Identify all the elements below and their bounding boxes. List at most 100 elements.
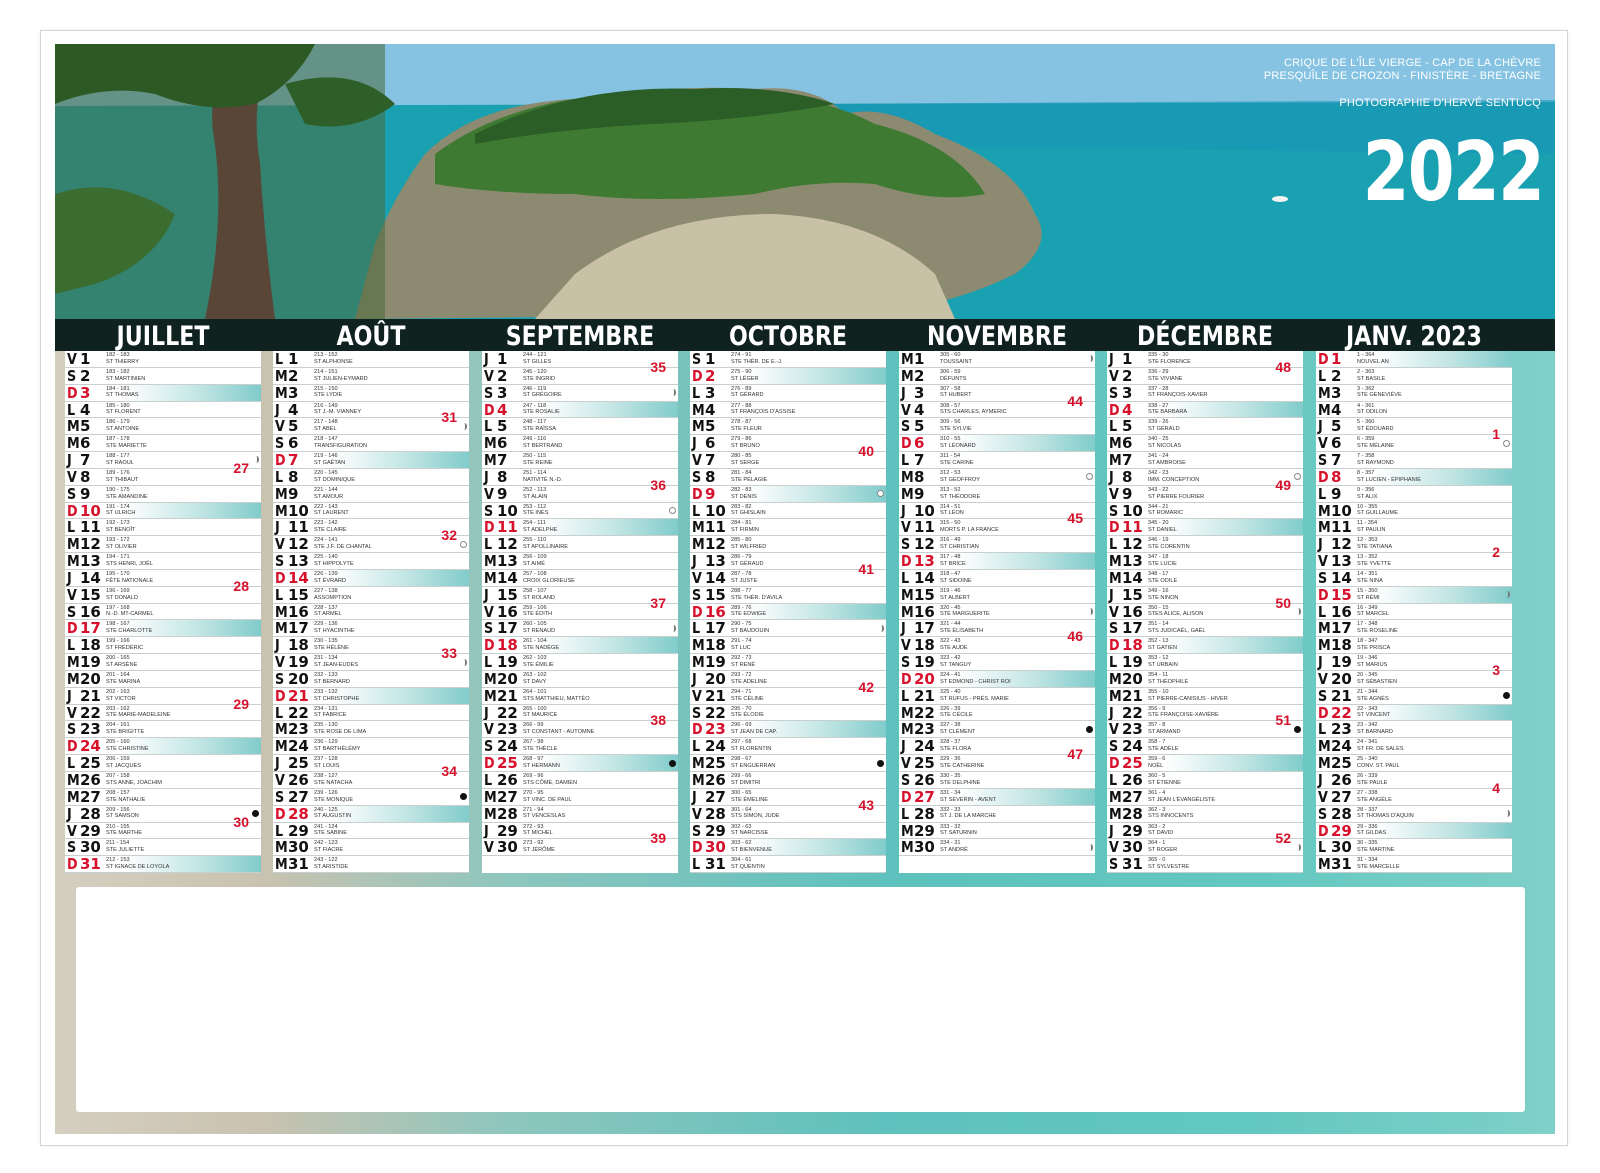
- day-row[interactable]: M 25 25 - 340 CONV. ST. PAUL: [1316, 755, 1512, 772]
- day-row[interactable]: D 3 184 - 181 ST THOMAS: [65, 384, 261, 402]
- day-row[interactable]: D 7 219 - 146 ST GAËTAN: [273, 452, 469, 469]
- day-row[interactable]: M4 4 - 361 ST ODILON: [1316, 402, 1512, 419]
- day-row[interactable]: V 5 217 - 148 ST ABEL: [273, 418, 469, 436]
- day-row[interactable]: S 5 309 - 56 STE SYLVIE: [899, 418, 1095, 436]
- day-row[interactable]: L 19 262 - 103 STE ÉMILIE: [482, 654, 678, 671]
- day-row[interactable]: L 17 290 - 75 ST BAUDOUIN: [690, 620, 886, 638]
- day-row[interactable]: V 2 245 - 120 STE INGRID: [482, 368, 678, 385]
- day-row[interactable]: S 10 253 - 112 STE INÈS: [482, 503, 678, 520]
- day-row[interactable]: V 7 280 - 85 ST SERGE: [690, 452, 886, 469]
- day-row[interactable]: S 17 260 - 105 ST RENAUD: [482, 620, 678, 638]
- day-row[interactable]: D 6 310 - 55 ST LÉONARD: [899, 435, 1095, 453]
- day-row[interactable]: L 28 332 - 33 ST J. DE LA MARCHE: [899, 806, 1095, 823]
- day-row[interactable]: J 1 244 - 121 ST GILLES: [482, 351, 678, 368]
- day-row[interactable]: M 1 305 - 60 TOUSSAINT: [899, 351, 1095, 368]
- day-row[interactable]: M 6 249 - 116 ST BERTRAND: [482, 435, 678, 453]
- day-row[interactable]: M 18 291 - 74 ST LUC: [690, 637, 886, 655]
- day-row[interactable]: S 16 197 - 168 N.-D. MT-CARMEL: [65, 604, 261, 621]
- day-row[interactable]: D 25 359 - 6 NOËL: [1107, 755, 1303, 772]
- day-row[interactable]: M 25 298 - 67 ST ENGUERRAN: [690, 755, 886, 772]
- day-row[interactable]: L 25 206 - 159 ST JACQUES: [65, 755, 261, 772]
- day-row[interactable]: L 31 304 - 61 ST QUENTIN: [690, 856, 886, 874]
- day-row[interactable]: D 9 282 - 83 ST DENIS: [690, 485, 886, 503]
- day-row[interactable]: M 20 201 - 164 STE MARINA: [65, 671, 261, 688]
- day-row[interactable]: M 13 256 - 109 ST AIMÉ: [482, 553, 678, 570]
- day-row[interactable]: L 23 23 - 342 ST BARNARD: [1316, 721, 1512, 739]
- day-row[interactable]: J 29 363 - 2 ST DAVID: [1107, 823, 1303, 840]
- day-row[interactable]: V 18 322 - 43 STE AUDE: [899, 637, 1095, 655]
- day-row[interactable]: D 31 212 - 153 ST IGNACE DE LOYOLA: [65, 856, 261, 874]
- day-row[interactable]: S 21 21 - 344 STE AGNÈS: [1316, 688, 1512, 705]
- day-row[interactable]: V 23 266 - 99 ST CONSTANT - AUTOMNE: [482, 721, 678, 739]
- day-row[interactable]: M 9 221 - 144 ST AMOUR: [273, 486, 469, 503]
- day-row[interactable]: M 22 326 - 39 STE CÉCILE: [899, 705, 1095, 722]
- day-row[interactable]: M 30 242 - 123 ST FIACRE: [273, 839, 469, 857]
- day-row[interactable]: S 3 246 - 119 ST GRÉGOIRE: [482, 385, 678, 402]
- day-row[interactable]: J 8 342 - 23 IMM. CONCEPTION: [1107, 469, 1303, 486]
- day-row[interactable]: D 11 254 - 111 ST ADELPHE: [482, 519, 678, 537]
- day-row[interactable]: J 4 216 - 149 ST J.-M. VIANNEY: [273, 402, 469, 419]
- day-row[interactable]: J 26 26 - 339 STE PAULE: [1316, 772, 1512, 789]
- day-row[interactable]: L 12 346 - 19 STE CORENTIN: [1107, 536, 1303, 554]
- day-row[interactable]: S 13 225 - 140 ST HIPPOLYTE: [273, 553, 469, 570]
- day-row[interactable]: M 17 229 - 136 ST HYACINTHE: [273, 620, 469, 638]
- day-row[interactable]: S 24 267 - 98 STE THÈCLE: [482, 738, 678, 756]
- day-row[interactable]: M 18 18 - 347 STE PRISCA: [1316, 637, 1512, 655]
- day-row[interactable]: V 13 13 - 352 STE YVETTE: [1316, 553, 1512, 570]
- day-row[interactable]: J 20 293 - 72 STE ADELINE: [690, 671, 886, 688]
- day-row[interactable]: M 10 10 - 355 ST GUILLAUME: [1316, 503, 1512, 520]
- day-row[interactable]: M 5 278 - 87 STE FLEUR: [690, 418, 886, 436]
- day-row[interactable]: L 3 276 - 89 ST GÉRARD: [690, 385, 886, 402]
- day-row[interactable]: J5 5 - 360 ST ÉDOUARD: [1316, 418, 1512, 436]
- day-row[interactable]: M 17 17 - 348 STE ROSELINE: [1316, 620, 1512, 638]
- day-row[interactable]: L 10 283 - 82 ST GHISLAIN: [690, 503, 886, 520]
- day-row[interactable]: D 22 22 - 343 ST VINCENT: [1316, 704, 1512, 722]
- day-row[interactable]: J 11 223 - 142 STE CLAIRE: [273, 519, 469, 537]
- day-row[interactable]: V 16 350 - 15 STES ALICE, ALISON: [1107, 604, 1303, 621]
- day-row[interactable]: V 20 20 - 345 ST SÉBASTIEN: [1316, 671, 1512, 688]
- day-row[interactable]: J 7 188 - 177 ST RAOUL: [65, 452, 261, 469]
- day-row[interactable]: M 7 341 - 24 ST AMBROISE: [1107, 452, 1303, 469]
- day-row[interactable]: D 21 233 - 132 ST CHRISTOPHE: [273, 687, 469, 705]
- day-row[interactable]: V 4 308 - 57 STS CHARLES, AYMERIC: [899, 402, 1095, 419]
- day-row[interactable]: J 28 209 - 156 ST SAMSON: [65, 806, 261, 823]
- day-row[interactable]: S 9 190 - 175 STE AMANDINE: [65, 486, 261, 503]
- day-row[interactable]: D 16 289 - 76 STE EDWIGE: [690, 603, 886, 621]
- day-row[interactable]: J 15 258 - 107 ST ROLAND: [482, 587, 678, 604]
- day-row[interactable]: M 31 243 - 122 ST ARISTIDE: [273, 856, 469, 874]
- day-row[interactable]: S 10 344 - 21 ST ROMARIC: [1107, 503, 1303, 520]
- day-row[interactable]: M 13 194 - 171 STS HENRI, JOËL: [65, 553, 261, 570]
- day-row[interactable]: V 12 224 - 141 STE J.F. DE CHANTAL: [273, 536, 469, 554]
- day-row[interactable]: V 29 210 - 155 STE MARTHE: [65, 823, 261, 840]
- day-row[interactable]: M 23 327 - 38 ST CLÉMENT: [899, 721, 1095, 739]
- day-row[interactable]: M 16 228 - 137 ST ARMEL: [273, 604, 469, 621]
- day-row[interactable]: M 19 200 - 165 ST ARSÈNE: [65, 654, 261, 671]
- day-row[interactable]: M 30 334 - 31 ST ANDRÉ: [899, 839, 1095, 857]
- day-row[interactable]: M 27 208 - 157 STE NATHALIE: [65, 789, 261, 806]
- day-row[interactable]: L 21 325 - 40 ST RUFUS - PRÉS. MARIE: [899, 688, 1095, 705]
- day-row[interactable]: D 24 205 - 160 STE CHRISTINE: [65, 738, 261, 756]
- day-row[interactable]: J 6 279 - 86 ST BRUNO: [690, 435, 886, 453]
- day-row[interactable]: M 26 207 - 158 STS ANNE, JOACHIM: [65, 772, 261, 789]
- day-row[interactable]: M3 3 - 362 STE GENEVIÈVE: [1316, 385, 1512, 402]
- day-row[interactable]: V 30 364 - 1 ST ROGER: [1107, 839, 1303, 857]
- day-row[interactable]: D 4 247 - 118 STE ROSALIE: [482, 401, 678, 419]
- day-row[interactable]: M 28 362 - 3 STS INNOCENTS: [1107, 806, 1303, 823]
- day-row[interactable]: M 31 31 - 334 STE MARCELLE: [1316, 856, 1512, 874]
- day-row[interactable]: L 5 248 - 117 STE RAÏSSA: [482, 418, 678, 436]
- day-row[interactable]: L 16 16 - 349 ST MARCEL: [1316, 604, 1512, 621]
- day-row[interactable]: D 30 303 - 62 ST BIENVENUE: [690, 839, 886, 857]
- day-row[interactable]: L9 9 - 356 ST ALIX: [1316, 486, 1512, 503]
- day-row[interactable]: V 30 273 - 92 ST JÉRÔME: [482, 839, 678, 857]
- day-row[interactable]: L 14 318 - 47 ST SIDOINE: [899, 570, 1095, 587]
- day-row[interactable]: V 22 203 - 162 STE MARIE-MADELEINE: [65, 705, 261, 722]
- day-row[interactable]: D 15 15 - 350 ST RÉMI: [1316, 586, 1512, 604]
- day-row[interactable]: S 28 28 - 337 ST THOMAS D'AQUIN: [1316, 806, 1512, 823]
- day-row[interactable]: S 22 295 - 70 STE ÉLODIE: [690, 705, 886, 722]
- day-row[interactable]: L 7 311 - 54 STE CARINE: [899, 452, 1095, 469]
- day-row[interactable]: L 29 241 - 124 STE SABINE: [273, 823, 469, 840]
- day-row[interactable]: S 31 365 - 0 ST SYLVESTRE: [1107, 856, 1303, 874]
- day-row[interactable]: J 12 12 - 353 STE TATIANA: [1316, 536, 1512, 554]
- day-row[interactable]: V 27 27 - 338 STE ANGÈLE: [1316, 789, 1512, 806]
- day-row[interactable]: M 15 319 - 46 ST ALBERT: [899, 587, 1095, 604]
